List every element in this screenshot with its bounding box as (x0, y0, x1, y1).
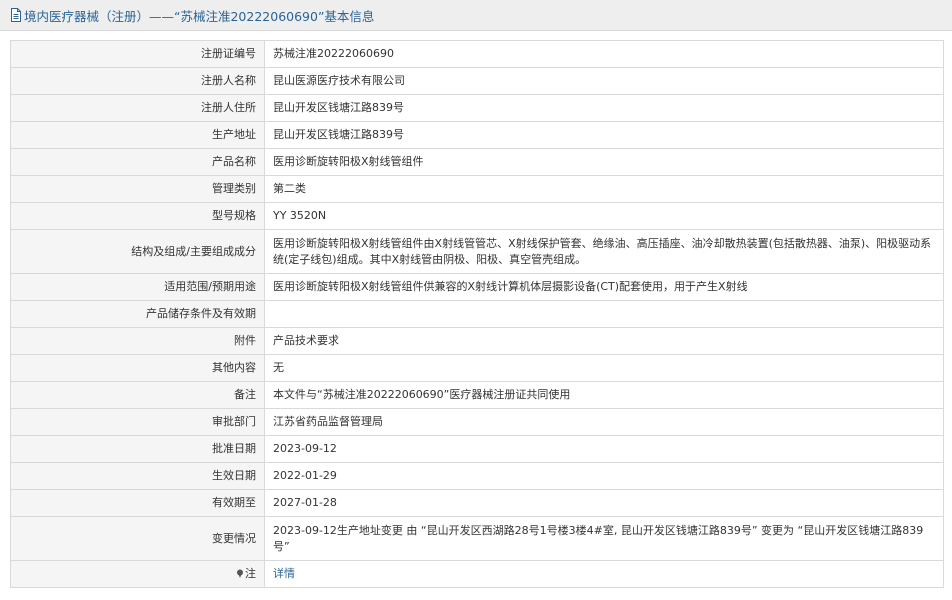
table-row: 有效期至 2027-01-28 (10, 489, 944, 517)
row-label: 变更情况 (10, 516, 265, 561)
table-row: 注册人名称 昆山医源医疗技术有限公司 (10, 67, 944, 95)
row-value: 医用诊断旋转阳极X射线管组件由X射线管管芯、X射线保护管套、绝缘油、高压插座、油… (264, 229, 944, 274)
row-label: 管理类别 (10, 175, 265, 203)
table-row: 管理类别 第二类 (10, 175, 944, 203)
row-label: 产品储存条件及有效期 (10, 300, 265, 328)
row-value: 2023-09-12生产地址变更 由 “昆山开发区西湖路28号1号楼3楼4#室,… (264, 516, 944, 561)
table-row: 备注 本文件与“苏械注准20222060690”医疗器械注册证共同使用 (10, 381, 944, 409)
document-icon (11, 8, 21, 22)
row-label: 适用范围/预期用途 (10, 273, 265, 301)
row-label: 其他内容 (10, 354, 265, 382)
row-value: YY 3520N (264, 202, 944, 230)
note-label-cell: 注 (10, 560, 265, 588)
row-value: 2022-01-29 (264, 462, 944, 490)
table-row: 结构及组成/主要组成成分 医用诊断旋转阳极X射线管组件由X射线管管芯、X射线保护… (10, 229, 944, 274)
row-value: 第二类 (264, 175, 944, 203)
row-value: 医用诊断旋转阳极X射线管组件 (264, 148, 944, 176)
row-value: 无 (264, 354, 944, 382)
table-row: 其他内容 无 (10, 354, 944, 382)
row-value: 2027-01-28 (264, 489, 944, 517)
row-label: 注册人住所 (10, 94, 265, 122)
row-value: 昆山开发区钱塘江路839号 (264, 94, 944, 122)
note-value-cell: 详情 (264, 560, 944, 588)
info-table: 注册证编号 苏械注准20222060690 注册人名称 昆山医源医疗技术有限公司… (10, 40, 944, 588)
row-value: 江苏省药品监督管理局 (264, 408, 944, 436)
page-title: 境内医疗器械（注册）——“苏械注准20222060690”基本信息 (24, 8, 375, 24)
table-row: 产品储存条件及有效期 (10, 300, 944, 328)
row-value: 昆山开发区钱塘江路839号 (264, 121, 944, 149)
page-header: 境内医疗器械（注册）——“苏械注准20222060690”基本信息 (0, 0, 952, 31)
table-row: 变更情况 2023-09-12生产地址变更 由 “昆山开发区西湖路28号1号楼3… (10, 516, 944, 561)
table-row: 批准日期 2023-09-12 (10, 435, 944, 463)
row-label: 审批部门 (10, 408, 265, 436)
table-row: 型号规格 YY 3520N (10, 202, 944, 230)
row-value: 产品技术要求 (264, 327, 944, 355)
row-value (264, 300, 944, 328)
row-label: 生产地址 (10, 121, 265, 149)
row-value: 苏械注准20222060690 (264, 40, 944, 68)
row-value: 昆山医源医疗技术有限公司 (264, 67, 944, 95)
note-row: 注 详情 (10, 560, 944, 588)
row-value: 医用诊断旋转阳极X射线管组件供兼容的X射线计算机体层摄影设备(CT)配套使用，用… (264, 273, 944, 301)
table-row: 注册人住所 昆山开发区钱塘江路839号 (10, 94, 944, 122)
table-row: 审批部门 江苏省药品监督管理局 (10, 408, 944, 436)
row-label: 有效期至 (10, 489, 265, 517)
table-row: 注册证编号 苏械注准20222060690 (10, 40, 944, 68)
row-label: 产品名称 (10, 148, 265, 176)
pin-icon (237, 569, 243, 578)
row-label: 批准日期 (10, 435, 265, 463)
table-row: 生产地址 昆山开发区钱塘江路839号 (10, 121, 944, 149)
table-row: 适用范围/预期用途 医用诊断旋转阳极X射线管组件供兼容的X射线计算机体层摄影设备… (10, 273, 944, 301)
detail-link[interactable]: 详情 (273, 567, 295, 580)
row-label: 注册证编号 (10, 40, 265, 68)
row-value: 本文件与“苏械注准20222060690”医疗器械注册证共同使用 (264, 381, 944, 409)
row-value: 2023-09-12 (264, 435, 944, 463)
row-label: 生效日期 (10, 462, 265, 490)
row-label: 型号规格 (10, 202, 265, 230)
table-row: 生效日期 2022-01-29 (10, 462, 944, 490)
row-label: 附件 (10, 327, 265, 355)
table-row: 产品名称 医用诊断旋转阳极X射线管组件 (10, 148, 944, 176)
note-label: 注 (245, 567, 256, 580)
row-label: 结构及组成/主要组成成分 (10, 229, 265, 274)
table-row: 附件 产品技术要求 (10, 327, 944, 355)
row-label: 注册人名称 (10, 67, 265, 95)
row-label: 备注 (10, 381, 265, 409)
